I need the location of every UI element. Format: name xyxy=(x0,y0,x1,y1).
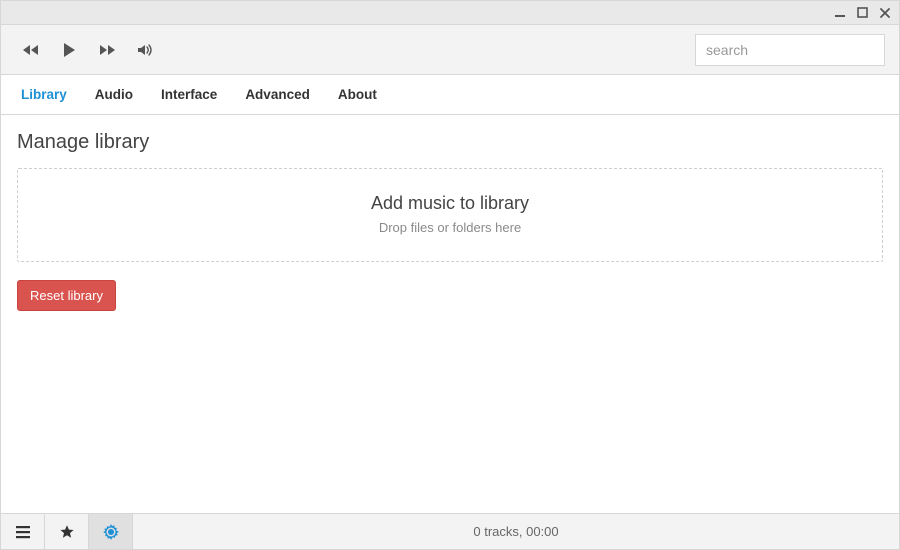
page-heading: Manage library xyxy=(17,131,883,154)
next-icon xyxy=(98,41,116,59)
settings-tabs: Library Audio Interface Advanced About xyxy=(1,75,899,115)
reset-library-button[interactable]: Reset library xyxy=(17,280,116,311)
volume-button[interactable] xyxy=(129,34,161,66)
next-button[interactable] xyxy=(91,34,123,66)
minimize-button[interactable] xyxy=(834,7,846,19)
close-button[interactable] xyxy=(879,7,891,19)
tab-audio[interactable]: Audio xyxy=(95,87,133,102)
search-box xyxy=(695,34,885,66)
star-icon xyxy=(59,524,75,540)
dropzone-title: Add music to library xyxy=(28,193,872,214)
play-button[interactable] xyxy=(53,34,85,66)
player-bar xyxy=(1,25,899,75)
dropzone-subtitle: Drop files or folders here xyxy=(28,220,872,235)
footer-library-button[interactable] xyxy=(1,514,45,549)
minimize-icon xyxy=(834,7,846,19)
maximize-icon xyxy=(857,7,868,18)
list-icon xyxy=(15,525,31,539)
close-icon xyxy=(879,7,891,19)
prev-icon xyxy=(22,41,40,59)
title-bar xyxy=(1,1,899,25)
search-input[interactable] xyxy=(695,34,885,66)
settings-content: Manage library Add music to library Drop… xyxy=(1,115,899,513)
footer-settings-button[interactable] xyxy=(89,514,133,549)
tab-interface[interactable]: Interface xyxy=(161,87,217,102)
play-icon xyxy=(59,40,79,60)
footer-bar: 0 tracks, 00:00 xyxy=(1,513,899,549)
footer-favorites-button[interactable] xyxy=(45,514,89,549)
tab-advanced[interactable]: Advanced xyxy=(245,87,310,102)
library-dropzone[interactable]: Add music to library Drop files or folde… xyxy=(17,168,883,262)
tab-about[interactable]: About xyxy=(338,87,377,102)
tab-library[interactable]: Library xyxy=(21,87,67,102)
gear-icon xyxy=(103,524,119,540)
maximize-button[interactable] xyxy=(857,7,868,18)
footer-status: 0 tracks, 00:00 xyxy=(133,514,899,549)
volume-icon xyxy=(136,41,154,59)
previous-button[interactable] xyxy=(15,34,47,66)
